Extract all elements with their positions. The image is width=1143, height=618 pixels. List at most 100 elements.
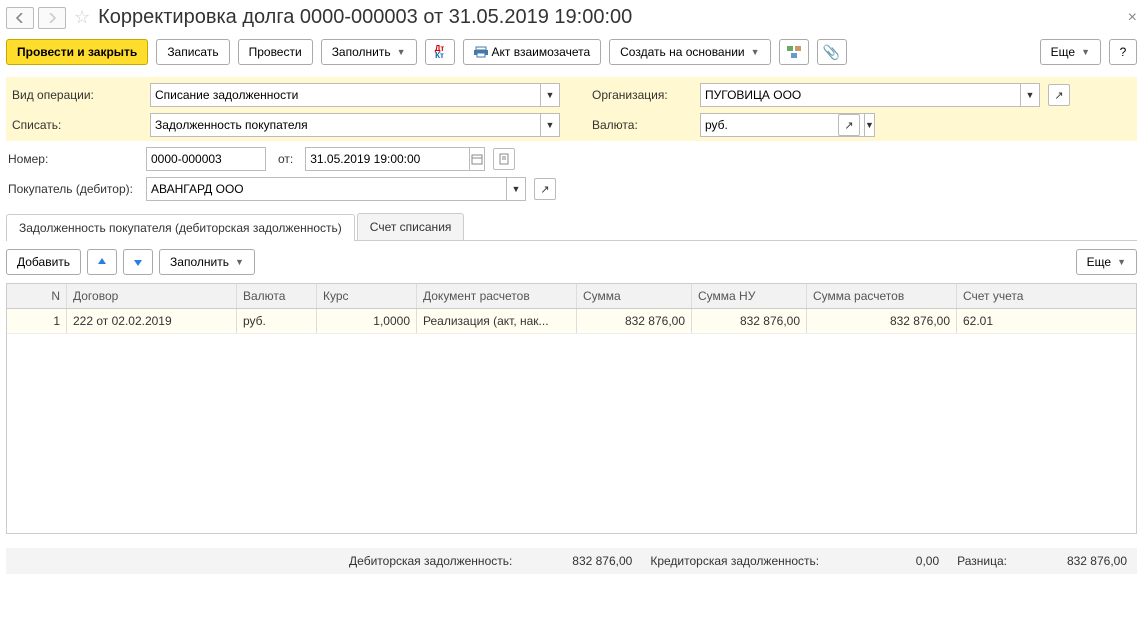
chevron-down-icon: ▼ <box>865 120 874 130</box>
organization-dropdown[interactable]: ▼ <box>1020 83 1040 107</box>
nav-back-button[interactable] <box>6 7 34 29</box>
post-and-close-button[interactable]: Провести и закрыть <box>6 39 148 65</box>
th-doc[interactable]: Документ расчетов <box>417 284 577 308</box>
sub-more-button[interactable]: Еще ▼ <box>1076 249 1137 275</box>
summary-bar: Дебиторская задолженность: 832 876,00 Кр… <box>6 548 1137 574</box>
attach-button[interactable]: 📎 <box>817 39 847 65</box>
chevron-down-icon: ▼ <box>1026 90 1035 100</box>
date-input[interactable] <box>305 147 469 171</box>
th-rate[interactable]: Курс <box>317 284 417 308</box>
debit-value: 832 876,00 <box>542 554 632 568</box>
move-up-button[interactable] <box>87 249 117 275</box>
chevron-down-icon: ▼ <box>235 257 244 267</box>
arrow-right-icon <box>47 13 57 23</box>
cell-rate: 1,0000 <box>317 309 417 333</box>
currency-open-button[interactable]: ↗ <box>838 114 860 136</box>
cell-account: 62.01 <box>957 309 1117 333</box>
table-empty-area[interactable] <box>7 333 1136 533</box>
cell-contract: 222 от 02.02.2019 <box>67 309 237 333</box>
save-button[interactable]: Записать <box>156 39 229 65</box>
printer-icon <box>474 46 488 58</box>
credit-label: Кредиторская задолженность: <box>650 554 819 568</box>
favorite-star-icon[interactable]: ☆ <box>74 7 90 28</box>
operation-type-dropdown[interactable]: ▼ <box>540 83 560 107</box>
currency-label: Валюта: <box>590 118 700 132</box>
buyer-input[interactable] <box>146 177 506 201</box>
close-button[interactable]: × <box>1128 9 1137 27</box>
diff-value: 832 876,00 <box>1037 554 1127 568</box>
post-button[interactable]: Провести <box>238 39 313 65</box>
writeoff-label: Списать: <box>10 118 150 132</box>
date-aux-button[interactable] <box>493 148 515 170</box>
create-based-button[interactable]: Создать на основании ▼ <box>609 39 770 65</box>
nav-forward-button[interactable] <box>38 7 66 29</box>
credit-value: 0,00 <box>849 554 939 568</box>
fill-button-label: Заполнить <box>332 45 391 59</box>
create-based-label: Создать на основании <box>620 45 745 59</box>
chevron-down-icon: ▼ <box>1117 257 1126 267</box>
dtkt-button[interactable]: ДтКт <box>425 39 455 65</box>
dtkt-icon: ДтКт <box>435 45 445 59</box>
chevron-down-icon: ▼ <box>512 184 521 194</box>
help-button[interactable]: ? <box>1109 39 1137 65</box>
operation-type-field[interactable]: ▼ <box>150 83 560 107</box>
th-account[interactable]: Счет учета <box>957 284 1117 308</box>
sub-fill-button[interactable]: Заполнить ▼ <box>159 249 255 275</box>
cell-currency: руб. <box>237 309 317 333</box>
open-icon: ↗ <box>1054 89 1063 102</box>
date-picker-button[interactable] <box>469 147 485 171</box>
currency-field[interactable]: ▼ <box>700 113 830 137</box>
currency-dropdown[interactable]: ▼ <box>864 113 875 137</box>
open-icon: ↗ <box>540 183 549 196</box>
buyer-field[interactable]: ▼ <box>146 177 526 201</box>
organization-input[interactable] <box>700 83 1020 107</box>
diff-label: Разница: <box>957 554 1007 568</box>
chevron-down-icon: ▼ <box>397 47 406 57</box>
organization-label: Организация: <box>590 88 700 102</box>
more-button[interactable]: Еще ▼ <box>1040 39 1101 65</box>
writeoff-input[interactable] <box>150 113 540 137</box>
add-row-button[interactable]: Добавить <box>6 249 81 275</box>
number-label: Номер: <box>6 152 146 166</box>
buyer-dropdown[interactable]: ▼ <box>506 177 526 201</box>
fill-button[interactable]: Заполнить ▼ <box>321 39 417 65</box>
cell-sumcalc: 832 876,00 <box>807 309 957 333</box>
arrow-left-icon <box>15 13 25 23</box>
chevron-down-icon: ▼ <box>751 47 760 57</box>
date-from-label: от: <box>278 152 293 166</box>
th-contract[interactable]: Договор <box>67 284 237 308</box>
chevron-down-icon: ▼ <box>546 120 555 130</box>
page-title: Корректировка долга 0000-000003 от 31.05… <box>98 6 632 29</box>
netting-act-button[interactable]: Акт взаимозачета <box>463 39 602 65</box>
writeoff-dropdown[interactable]: ▼ <box>540 113 560 137</box>
operation-type-input[interactable] <box>150 83 540 107</box>
tab-debt[interactable]: Задолженность покупателя (дебиторская за… <box>6 214 355 241</box>
chevron-down-icon: ▼ <box>1081 47 1090 57</box>
number-input[interactable] <box>146 147 266 171</box>
sub-fill-label: Заполнить <box>170 255 229 269</box>
buyer-label: Покупатель (дебитор): <box>6 182 146 196</box>
structure-icon <box>787 46 801 58</box>
th-sum[interactable]: Сумма <box>577 284 692 308</box>
th-currency[interactable]: Валюта <box>237 284 317 308</box>
th-sumcalc[interactable]: Сумма расчетов <box>807 284 957 308</box>
organization-field[interactable]: ▼ <box>700 83 1040 107</box>
open-icon: ↗ <box>844 119 853 132</box>
organization-open-button[interactable]: ↗ <box>1048 84 1070 106</box>
netting-act-label: Акт взаимозачета <box>492 45 591 59</box>
debit-label: Дебиторская задолженность: <box>349 554 512 568</box>
tab-writeoff-account[interactable]: Счет списания <box>357 213 465 240</box>
buyer-open-button[interactable]: ↗ <box>534 178 556 200</box>
th-n[interactable]: N <box>7 284 67 308</box>
sub-more-label: Еще <box>1087 255 1111 269</box>
paperclip-icon: 📎 <box>823 44 840 61</box>
arrow-up-icon <box>97 257 107 267</box>
cell-n: 1 <box>7 309 67 333</box>
move-down-button[interactable] <box>123 249 153 275</box>
structure-button[interactable] <box>779 39 809 65</box>
writeoff-field[interactable]: ▼ <box>150 113 560 137</box>
table-row[interactable]: 1 222 от 02.02.2019 руб. 1,0000 Реализац… <box>7 309 1136 333</box>
th-sumnu[interactable]: Сумма НУ <box>692 284 807 308</box>
cell-doc: Реализация (акт, нак... <box>417 309 577 333</box>
operation-type-label: Вид операции: <box>10 88 150 102</box>
